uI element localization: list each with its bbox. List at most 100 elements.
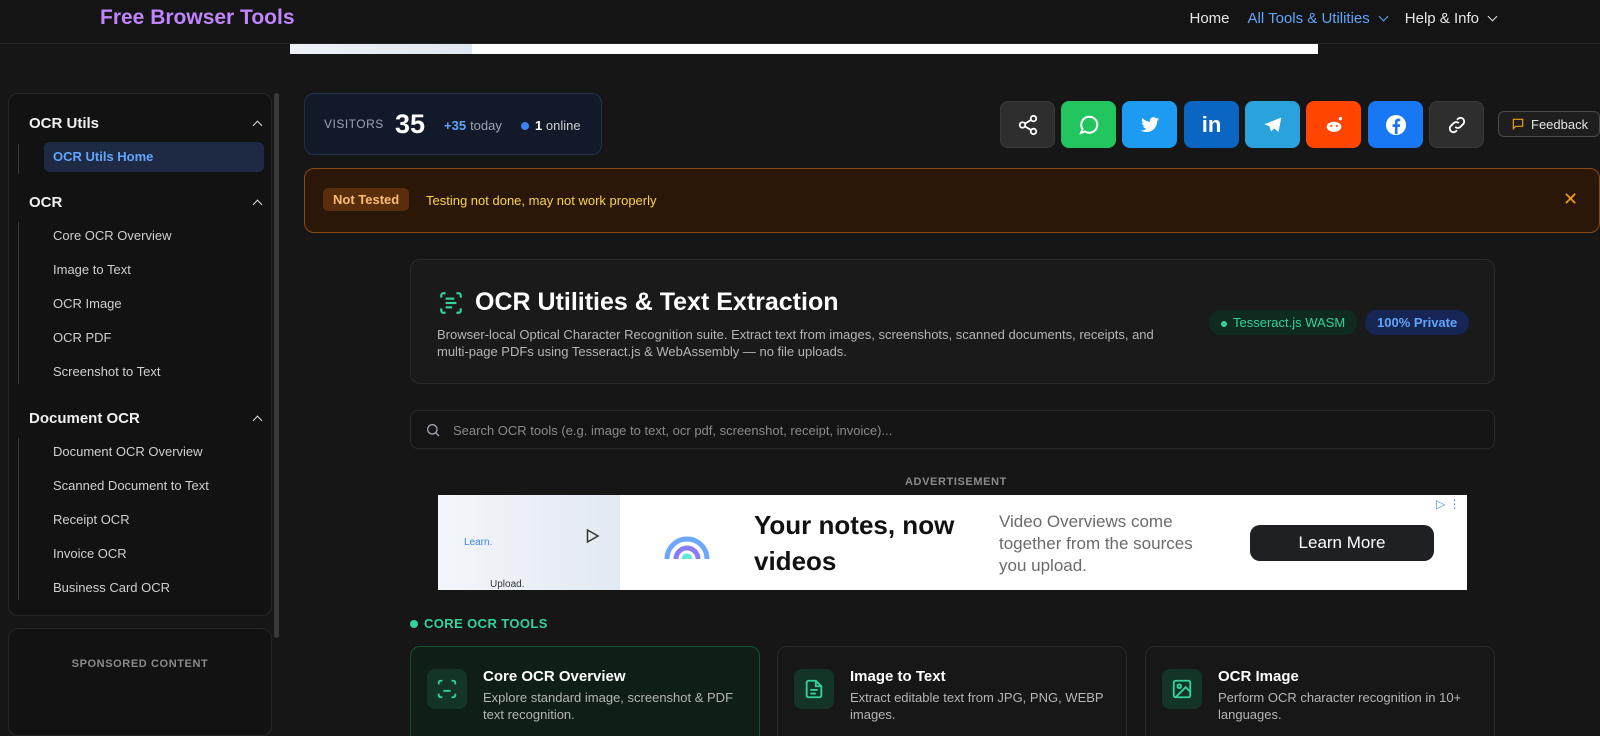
sponsored-label: SPONSORED CONTENT	[71, 658, 209, 670]
not-tested-badge: Not Tested	[323, 188, 410, 211]
sidebar-item-scanned-document[interactable]: Scanned Document to Text	[53, 478, 209, 493]
sidebar-item-ocr-utils-home[interactable]: OCR Utils Home	[44, 142, 264, 172]
ad-logo-icon	[664, 536, 710, 560]
feedback-button[interactable]: Feedback	[1498, 111, 1600, 137]
visitors-today-delta: +35	[444, 118, 467, 133]
sidebar-group-title: OCR	[29, 193, 63, 211]
ad-left-link: Learn.	[464, 537, 493, 548]
close-icon[interactable]: ✕	[1563, 189, 1578, 210]
card-title: Core OCR Overview	[483, 668, 626, 685]
share-icon	[1018, 114, 1037, 135]
online-dot-icon	[521, 121, 529, 130]
page-title: OCR Utilities & Text Extraction	[475, 288, 839, 316]
twitter-share-button[interactable]	[1122, 101, 1177, 148]
section-header: CORE OCR TOOLS	[410, 616, 548, 631]
sidebar-group-ocr-utils[interactable]: OCR Utils	[29, 112, 263, 134]
scan-text-icon	[440, 292, 462, 314]
card-title: Image to Text	[850, 668, 946, 685]
message-icon	[1512, 118, 1524, 131]
online-label: online	[545, 118, 581, 133]
tesseract-badge-label: Tesseract.js WASM	[1233, 315, 1346, 330]
search-icon	[427, 424, 440, 437]
whatsapp-share-button[interactable]	[1061, 101, 1116, 148]
brand-logo[interactable]: Free Browser Tools	[100, 6, 295, 30]
section-title: CORE OCR TOOLS	[424, 616, 548, 631]
tool-search	[410, 410, 1495, 449]
sidebar-group-title: OCR Utils	[29, 114, 100, 132]
nav-home-label: Home	[1189, 10, 1230, 27]
linkedin-icon: in	[1201, 111, 1222, 137]
sidebar-item-invoice-ocr[interactable]: Invoice OCR	[53, 546, 127, 561]
sidebar-item-document-ocr-overview[interactable]: Document OCR Overview	[53, 444, 203, 459]
sidebar-item-ocr-image[interactable]: OCR Image	[53, 296, 122, 311]
top-ad-banner[interactable]	[290, 44, 1318, 54]
visitors-today-label: today	[470, 118, 502, 133]
sidebar-item-core-ocr-overview[interactable]: Core OCR Overview	[53, 228, 171, 243]
nav-help-label: Help & Info	[1404, 10, 1479, 27]
sidebar-group-title: Document OCR	[29, 409, 140, 427]
tool-card-core-ocr-overview[interactable]: Core OCR Overview Explore standard image…	[410, 646, 760, 736]
card-description: Extract editable text from JPG, PNG, WEB…	[850, 690, 1104, 722]
nav-help[interactable]: Help & Info	[1404, 10, 1498, 27]
tool-card-image-to-text[interactable]: Image to Text Extract editable text from…	[777, 646, 1127, 736]
tool-card-ocr-image[interactable]: OCR Image Perform OCR character recognit…	[1145, 646, 1495, 736]
advertisement[interactable]: Upload. Watch. Learn. Your notes, now vi…	[438, 495, 1467, 590]
search-input[interactable]	[453, 420, 1473, 440]
top-navbar: Free Browser Tools Home All Tools & Util…	[0, 0, 1600, 44]
sponsored-box: SPONSORED CONTENT	[8, 628, 272, 736]
visitor-counter: VISITORS 35 +35 today 1 online	[304, 93, 602, 155]
private-badge: 100% Private	[1365, 310, 1470, 335]
nav-links: Home All Tools & Utilities Help & Info	[1190, 10, 1498, 27]
chevron-up-icon	[252, 415, 263, 425]
image-icon	[1162, 669, 1202, 709]
document-icon	[794, 669, 834, 709]
sidebar-item-screenshot-to-text[interactable]: Screenshot to Text	[53, 364, 160, 379]
share-button[interactable]	[1000, 101, 1055, 148]
sidebar: OCR Utils OCR Utils Home OCR Core OCR Ov…	[8, 93, 272, 616]
sidebar-scrollbar[interactable]	[274, 93, 279, 638]
visitors-count: 35	[395, 109, 426, 139]
warning-banner: Not Tested Testing not done, may not wor…	[304, 168, 1600, 233]
ad-subtext: Video Overviews come together from the s…	[999, 512, 1193, 575]
ad-label: ADVERTISEMENT	[905, 476, 1007, 488]
page-description: Browser-local Optical Character Recognit…	[437, 327, 1154, 359]
tesseract-badge: Tesseract.js WASM	[1209, 310, 1358, 335]
telegram-share-button[interactable]	[1245, 101, 1300, 148]
nav-all-tools-label: All Tools & Utilities	[1247, 10, 1370, 27]
sidebar-divider	[18, 438, 19, 600]
ad-learn-more-button[interactable]: Learn More	[1250, 525, 1434, 561]
sidebar-item-receipt-ocr[interactable]: Receipt OCR	[53, 512, 130, 527]
whatsapp-icon	[1078, 115, 1098, 135]
sidebar-divider	[18, 222, 19, 384]
card-description: Perform OCR character recognition in 10+…	[1218, 690, 1462, 722]
sidebar-group-ocr[interactable]: OCR	[29, 191, 263, 213]
reddit-icon	[1326, 116, 1342, 132]
copy-link-button[interactable]	[1429, 101, 1484, 148]
twitter-icon	[1140, 116, 1159, 132]
sidebar-item-business-card-ocr[interactable]: Business Card OCR	[53, 580, 170, 595]
ad-image: Upload. Watch. Learn.	[438, 495, 620, 590]
ad-choices-icon[interactable]: ▷ ⋮	[1436, 497, 1461, 511]
nav-home[interactable]: Home	[1190, 10, 1230, 27]
status-dot-icon	[1221, 320, 1227, 327]
sidebar-divider	[18, 144, 19, 174]
scan-icon	[427, 669, 467, 709]
chevron-up-icon	[252, 199, 263, 209]
sidebar-item-ocr-pdf[interactable]: OCR PDF	[53, 330, 112, 345]
nav-all-tools[interactable]: All Tools & Utilities	[1247, 10, 1389, 27]
card-description: Explore standard image, screenshot & PDF…	[483, 690, 734, 722]
reddit-share-button[interactable]	[1306, 101, 1361, 148]
hero-card: OCR Utilities & Text Extraction Browser-…	[410, 259, 1495, 384]
visitors-today: +35 today	[444, 118, 502, 133]
linkedin-share-button[interactable]: in	[1184, 101, 1239, 148]
facebook-share-button[interactable]	[1368, 101, 1423, 148]
link-icon	[1448, 116, 1465, 133]
visitors-online: 1 online	[521, 118, 581, 133]
section-dot-icon	[410, 619, 418, 628]
ad-headline: Your notes, now videos	[754, 510, 955, 576]
ad-left-plain: Upload. Watch.	[490, 579, 525, 590]
warning-text: Testing not done, may not work properly	[426, 193, 657, 208]
sidebar-group-document-ocr[interactable]: Document OCR	[29, 407, 263, 429]
ad-left-text: Upload. Watch. Learn.	[464, 537, 524, 590]
sidebar-item-image-to-text[interactable]: Image to Text	[53, 262, 131, 277]
